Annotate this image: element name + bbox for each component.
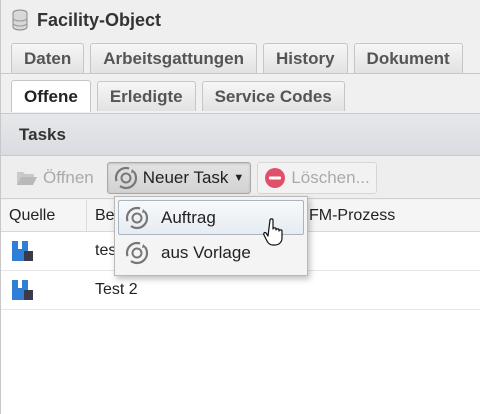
row-source-cell (1, 232, 87, 270)
delete-button-label: Löschen... (291, 167, 370, 187)
table-row[interactable]: Test 2 (1, 271, 480, 310)
task-cycle-icon (114, 166, 137, 189)
delete-button[interactable]: Löschen... (257, 161, 377, 194)
title-bar: Facility-Object (1, 0, 480, 40)
task-cycle-icon (125, 206, 149, 229)
new-task-button[interactable]: Neuer Task ▼ (106, 161, 252, 194)
open-button-label: Öffnen (43, 167, 94, 187)
tab-dokument[interactable]: Dokument (353, 43, 463, 73)
source-icon (12, 280, 33, 300)
chevron-down-icon: ▼ (233, 171, 245, 184)
source-icon (12, 241, 33, 261)
tasks-panel-header: Tasks (1, 114, 480, 156)
hand-pointer-icon (263, 218, 283, 246)
task-cycle-icon (125, 241, 149, 264)
tab-offene[interactable]: Offene (11, 80, 91, 112)
secondary-tabs: Offene Erledigte Service Codes (1, 78, 480, 114)
menu-item-auftrag-label: Auftrag (161, 207, 216, 227)
primary-tabs: Daten Arbeitsgattungen History Dokument (1, 40, 480, 74)
row-bezeichnung-cell: Test 2 (95, 281, 138, 298)
tab-history[interactable]: History (262, 43, 348, 73)
column-header-fm-prozess[interactable]: FM-Prozess (301, 200, 395, 231)
facility-object-window: Facility-Object Daten Arbeitsgattungen H… (0, 0, 480, 414)
window-title: Facility-Object (37, 9, 162, 30)
tab-service-codes[interactable]: Service Codes (201, 81, 345, 111)
new-task-button-label: Neuer Task (142, 167, 229, 187)
row-source-cell (1, 271, 87, 309)
folder-open-icon (17, 171, 37, 185)
tab-erledigte[interactable]: Erledigte (96, 81, 196, 111)
tasks-toolbar: Öffnen Neuer Task ▼ Löschen... (1, 157, 480, 199)
tab-arbeitsgattungen[interactable]: Arbeitsgattungen (90, 43, 257, 73)
open-button[interactable]: Öffnen (9, 162, 101, 194)
row-fm-prozess-cell (301, 271, 309, 309)
column-header-quelle[interactable]: Quelle (1, 200, 87, 231)
delete-icon (265, 167, 286, 188)
menu-item-aus-vorlage-label: aus Vorlage (161, 242, 251, 262)
tab-daten[interactable]: Daten (11, 43, 85, 73)
database-icon (12, 9, 28, 31)
